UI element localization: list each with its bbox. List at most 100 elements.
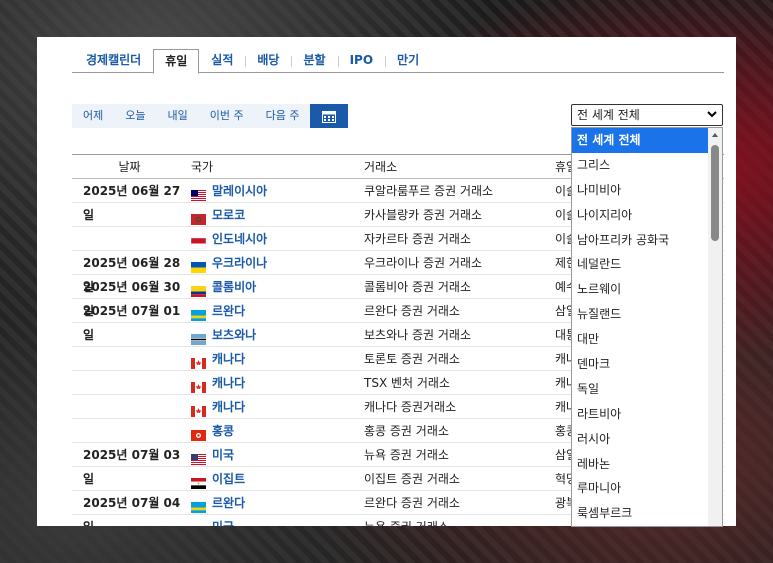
row-exchange: 보츠와나 증권 거래소	[364, 328, 471, 342]
country-link[interactable]: 르완다	[212, 299, 245, 323]
calendar-button[interactable]	[310, 104, 349, 128]
dropdown-option[interactable]: 네덜란드	[572, 252, 708, 277]
tab-holidays[interactable]: 휴일	[153, 49, 200, 74]
tab-splits[interactable]: 분할	[291, 49, 337, 73]
header-date: 날짜	[118, 160, 141, 174]
scroll-up-arrow-icon[interactable]	[711, 131, 719, 139]
country-link[interactable]: 캐나다	[212, 347, 245, 371]
dropdown-option[interactable]: 나이지리아	[572, 203, 708, 228]
row-date: 2025년 07월 01일	[83, 304, 181, 342]
dropdown-option[interactable]: 전 세계 전체	[572, 128, 708, 153]
dropdown-option[interactable]: 덴마크	[572, 352, 708, 377]
row-country: 인도네시아	[187, 227, 360, 250]
row-date: 2025년 06월 27일	[83, 184, 181, 222]
country-link[interactable]: 홍콩	[212, 419, 234, 443]
country-link[interactable]: 우크라이나	[212, 251, 267, 275]
botswana-flag-icon	[191, 329, 206, 345]
row-exchange: 카사블랑카 증권 거래소	[364, 208, 483, 222]
country-link[interactable]: 캐나다	[212, 371, 245, 395]
row-exchange: 캐나다 증권거래소	[364, 400, 457, 414]
dropdown-option[interactable]: 대만	[572, 327, 708, 352]
row-country: 이집트	[187, 467, 360, 490]
row-country: 캐나다	[187, 347, 360, 370]
dropdown-option[interactable]: 그리스	[572, 153, 708, 178]
row-country: 말레이시아	[187, 179, 360, 202]
row-exchange: 쿠알라룸푸르 증권 거래소	[364, 184, 494, 198]
this-week-button[interactable]: 이번 주	[198, 104, 255, 128]
dropdown-scrollbar[interactable]	[708, 128, 722, 526]
ukraine-flag-icon	[191, 257, 206, 273]
tab-earnings[interactable]: 실적	[199, 49, 245, 73]
dropdown-option[interactable]: 루마니아	[572, 476, 708, 501]
country-link[interactable]: 미국	[212, 515, 234, 527]
country-link[interactable]: 르완다	[212, 491, 245, 515]
row-country: 캐나다	[187, 371, 360, 394]
usa-flag-icon	[191, 449, 206, 465]
calendar-icon	[322, 110, 337, 123]
yesterday-button[interactable]: 어제	[72, 104, 115, 128]
tomorrow-button[interactable]: 내일	[156, 104, 199, 128]
row-country: 르완다	[187, 299, 360, 322]
scrollbar-thumb[interactable]	[711, 145, 719, 241]
country-link[interactable]: 보츠와나	[212, 323, 256, 347]
row-exchange: 자카르타 증권 거래소	[364, 232, 471, 246]
dropdown-option[interactable]: 남아프리카 공화국	[572, 228, 708, 253]
usa-flag-icon	[191, 521, 206, 526]
tab-ipo[interactable]: IPO	[337, 49, 385, 73]
rwanda-flag-icon	[191, 497, 206, 513]
country-link[interactable]: 이집트	[212, 467, 245, 491]
row-country: 콜롬비아	[187, 275, 360, 298]
row-date	[72, 371, 187, 394]
row-date	[72, 203, 187, 226]
indonesia-flag-icon	[190, 233, 207, 250]
dropdown-options: 전 세계 전체 그리스 나미비아 나이지리아 남아프리카 공화국 네덜란드 노르웨이 뉴질랜드…	[572, 128, 722, 526]
canada-flag-icon	[191, 401, 206, 417]
dropdown-option[interactable]: 레바논	[572, 452, 708, 477]
today-button[interactable]: 오늘	[114, 104, 157, 128]
dropdown-option[interactable]: 라트비아	[572, 402, 708, 427]
row-exchange: 콜롬비아 증권 거래소	[364, 280, 471, 294]
row-date	[72, 419, 187, 442]
egypt-flag-icon	[191, 473, 206, 489]
row-exchange: TSX 벤처 거래소	[364, 376, 450, 390]
row-country: 르완다	[187, 491, 360, 514]
colombia-flag-icon	[191, 281, 206, 297]
row-exchange: 뉴욕 증권 거래소	[360, 515, 551, 526]
country-link[interactable]: 캐나다	[212, 395, 245, 419]
row-exchange: 르완다 증권 거래소	[364, 304, 460, 318]
chevron-down-icon	[707, 111, 717, 118]
dropdown-option[interactable]: 나미비아	[572, 178, 708, 203]
dropdown-option[interactable]: 노르웨이	[572, 277, 708, 302]
dropdown-option[interactable]: 뉴질랜드	[572, 302, 708, 327]
country-link[interactable]: 인도네시아	[212, 227, 267, 251]
header-country: 국가	[191, 159, 214, 174]
row-date: 2025년 06월 28일	[83, 256, 181, 294]
tab-economic-calendar[interactable]: 경제캘린더	[72, 49, 153, 73]
row-date	[72, 395, 187, 418]
row-exchange: 홍콩 증권 거래소	[364, 424, 449, 438]
country-link[interactable]: 미국	[212, 443, 234, 467]
row-exchange: 뉴욕 증권 거래소	[364, 448, 449, 462]
date-filter-bar: 어제 오늘 내일 이번 주 다음 주	[72, 104, 349, 128]
row-date	[72, 323, 187, 346]
next-week-button[interactable]: 다음 주	[254, 104, 311, 128]
row-exchange: 우크라이나 증권 거래소	[364, 256, 483, 270]
row-country: 보츠와나	[187, 323, 360, 346]
country-link[interactable]: 콜롬비아	[212, 275, 256, 299]
dropdown-option[interactable]: 러시아	[572, 427, 708, 452]
row-date: 2025년 07월 04일	[83, 496, 181, 526]
tab-bar: 경제캘린더 휴일 실적 배당 분할 IPO 만기	[72, 49, 724, 74]
row-date	[72, 515, 187, 526]
country-link[interactable]: 모로코	[212, 203, 245, 227]
canada-flag-icon	[191, 377, 206, 393]
malaysia-flag-icon	[191, 185, 206, 201]
row-country: 미국	[187, 443, 360, 466]
region-select[interactable]: 전 세계 전체	[571, 104, 723, 126]
country-link[interactable]: 말레이시아	[212, 179, 267, 203]
dropdown-option[interactable]: 독일	[572, 377, 708, 402]
row-country: 미국	[187, 515, 360, 527]
region-dropdown-list: 전 세계 전체 그리스 나미비아 나이지리아 남아프리카 공화국 네덜란드 노르웨이 뉴질랜드…	[571, 127, 723, 527]
dropdown-option[interactable]: 룩셈부르크	[572, 501, 708, 526]
tab-expirations[interactable]: 만기	[385, 49, 431, 73]
tab-dividends[interactable]: 배당	[245, 49, 291, 73]
